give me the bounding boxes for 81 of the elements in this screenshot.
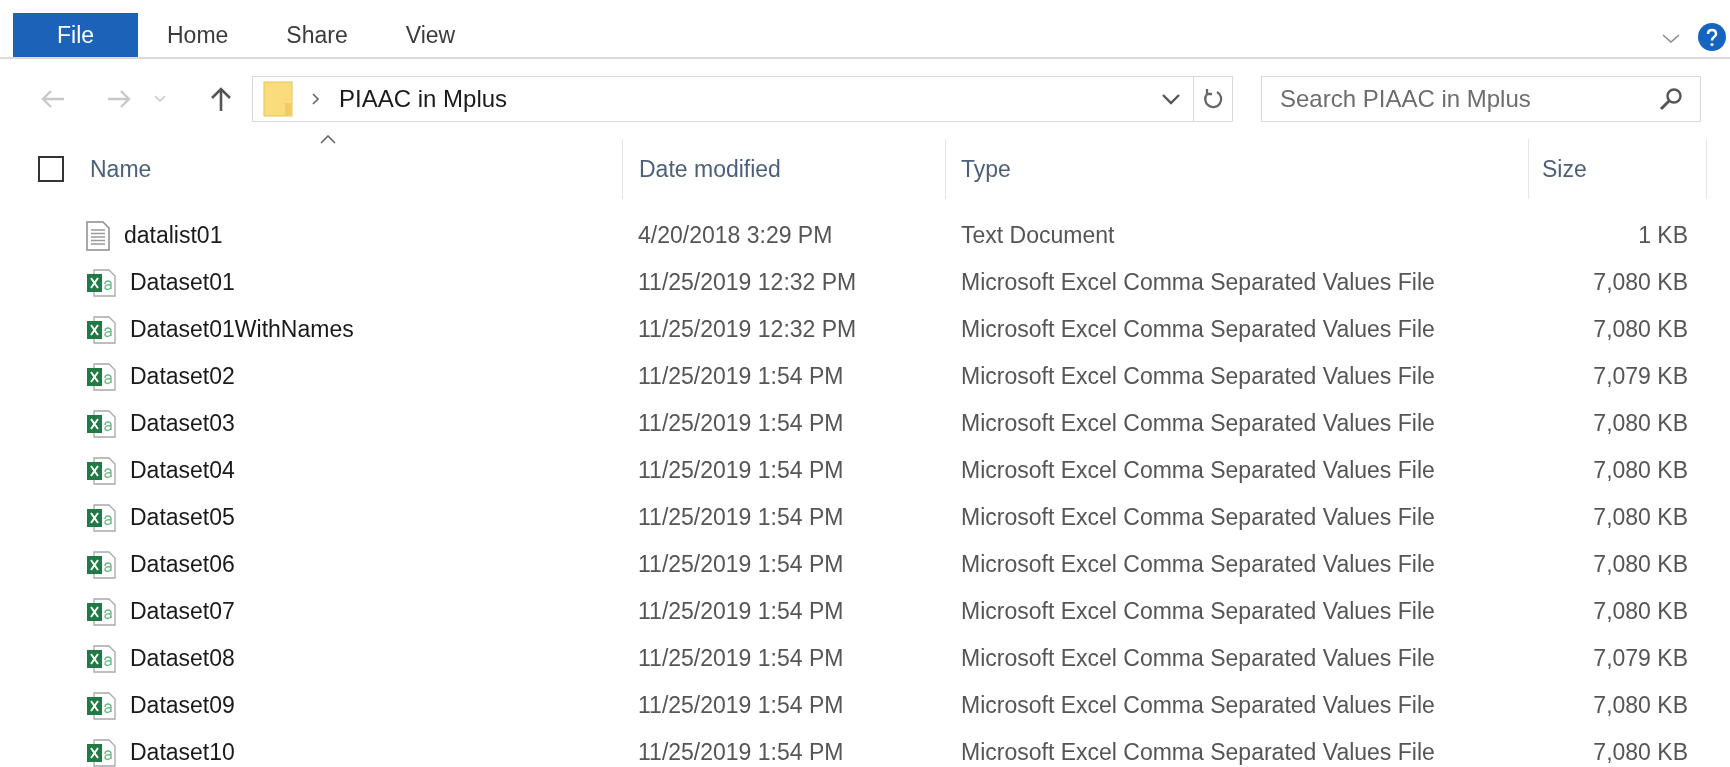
file-name[interactable]: Dataset01WithNames xyxy=(130,312,354,347)
spreadsheet-file-icon xyxy=(86,502,116,533)
file-size: 7,080 KB xyxy=(1593,457,1688,484)
file-name[interactable]: Dataset01 xyxy=(130,265,235,300)
expand-ribbon-icon[interactable] xyxy=(1662,34,1680,44)
file-size: 7,080 KB xyxy=(1593,692,1688,719)
help-icon[interactable] xyxy=(1698,23,1726,51)
file-type: Microsoft Excel Comma Separated Values File xyxy=(961,692,1435,719)
ribbon-tab[interactable]: Share xyxy=(257,13,377,57)
modified-date: 11/25/2019 1:54 PM xyxy=(638,504,844,531)
file-type: Microsoft Excel Comma Separated Values File xyxy=(961,739,1435,766)
spreadsheet-file-icon xyxy=(86,596,116,627)
modified-date: 11/25/2019 1:54 PM xyxy=(638,363,844,390)
file-size: 7,080 KB xyxy=(1593,410,1688,437)
file-name[interactable]: Dataset05 xyxy=(130,500,235,535)
spreadsheet-file-icon xyxy=(86,455,116,486)
address-bar[interactable]: PIAAC in Mplus xyxy=(252,76,1233,122)
select-all-checkbox[interactable] xyxy=(38,156,64,182)
modified-date: 11/25/2019 1:54 PM xyxy=(638,645,844,672)
modified-date: 4/20/2018 3:29 PM xyxy=(638,222,833,249)
file-name[interactable]: Dataset09 xyxy=(130,688,235,723)
file-name[interactable]: Dataset04 xyxy=(130,453,235,488)
modified-date: 11/25/2019 1:54 PM xyxy=(638,739,844,766)
file-type: Microsoft Excel Comma Separated Values File xyxy=(961,363,1435,390)
modified-date: 11/25/2019 1:54 PM xyxy=(638,551,844,578)
modified-date: 11/25/2019 1:54 PM xyxy=(638,598,844,625)
ribbon-tab[interactable]: View xyxy=(376,13,485,57)
file-size: 7,080 KB xyxy=(1593,269,1688,296)
file-type: Microsoft Excel Comma Separated Values File xyxy=(961,269,1435,296)
file-size: 7,080 KB xyxy=(1593,504,1688,531)
ribbon-tab[interactable]: Home xyxy=(138,13,258,57)
up-arrow-icon[interactable] xyxy=(210,86,232,112)
modified-date: 11/25/2019 1:54 PM xyxy=(638,410,844,437)
spreadsheet-file-icon xyxy=(86,737,116,767)
file-type: Microsoft Excel Comma Separated Values File xyxy=(961,457,1435,484)
spreadsheet-file-icon xyxy=(86,549,116,580)
spreadsheet-file-icon xyxy=(86,408,116,439)
file-name[interactable]: Dataset10 xyxy=(130,735,235,767)
file-size: 7,080 KB xyxy=(1593,551,1688,578)
spreadsheet-file-icon xyxy=(86,314,116,345)
file-size: 7,080 KB xyxy=(1593,598,1688,625)
refresh-icon[interactable] xyxy=(1202,87,1224,111)
modified-date: 11/25/2019 12:32 PM xyxy=(638,316,857,343)
text-file-icon xyxy=(86,220,110,251)
column-header[interactable]: Type xyxy=(961,151,1011,187)
search-field[interactable]: Search PIAAC in Mplus xyxy=(1261,76,1701,122)
folder-icon xyxy=(263,81,293,117)
search-icon[interactable] xyxy=(1659,87,1683,111)
file-name[interactable]: Dataset03 xyxy=(130,406,235,441)
file-name[interactable]: datalist01 xyxy=(124,218,223,253)
file-size: 1 KB xyxy=(1638,222,1688,249)
file-name[interactable]: Dataset07 xyxy=(130,594,235,629)
column-header[interactable]: Name xyxy=(90,151,152,187)
file-name[interactable]: Dataset02 xyxy=(130,359,235,394)
spreadsheet-file-icon xyxy=(86,643,116,674)
file-name[interactable]: Dataset08 xyxy=(130,641,235,676)
column-header[interactable]: Date modified xyxy=(639,151,781,187)
chevron-right-icon xyxy=(312,93,320,105)
column-header[interactable]: Size xyxy=(1542,151,1587,187)
modified-date: 11/25/2019 1:54 PM xyxy=(638,457,844,484)
file-size: 7,079 KB xyxy=(1593,645,1688,672)
modified-date: 11/25/2019 1:54 PM xyxy=(638,692,844,719)
file-type: Microsoft Excel Comma Separated Values File xyxy=(961,551,1435,578)
file-name[interactable]: Dataset06 xyxy=(130,547,235,582)
spreadsheet-file-icon xyxy=(86,267,116,298)
file-type: Microsoft Excel Comma Separated Values File xyxy=(961,316,1435,343)
spreadsheet-file-icon xyxy=(86,690,116,721)
modified-date: 11/25/2019 12:32 PM xyxy=(638,269,857,296)
ribbon-tab[interactable]: File xyxy=(13,13,138,57)
spreadsheet-file-icon xyxy=(86,361,116,392)
file-type: Microsoft Excel Comma Separated Values File xyxy=(961,598,1435,625)
dropdown-icon[interactable] xyxy=(1161,93,1181,105)
file-type: Text Document xyxy=(961,222,1115,249)
sort-ascending-icon xyxy=(320,135,336,144)
file-size: 7,079 KB xyxy=(1593,363,1688,390)
file-size: 7,080 KB xyxy=(1593,316,1688,343)
file-type: Microsoft Excel Comma Separated Values File xyxy=(961,410,1435,437)
file-size: 7,080 KB xyxy=(1593,739,1688,766)
file-type: Microsoft Excel Comma Separated Values File xyxy=(961,504,1435,531)
address-path: PIAAC in Mplus xyxy=(339,84,508,114)
file-type: Microsoft Excel Comma Separated Values File xyxy=(961,645,1435,672)
